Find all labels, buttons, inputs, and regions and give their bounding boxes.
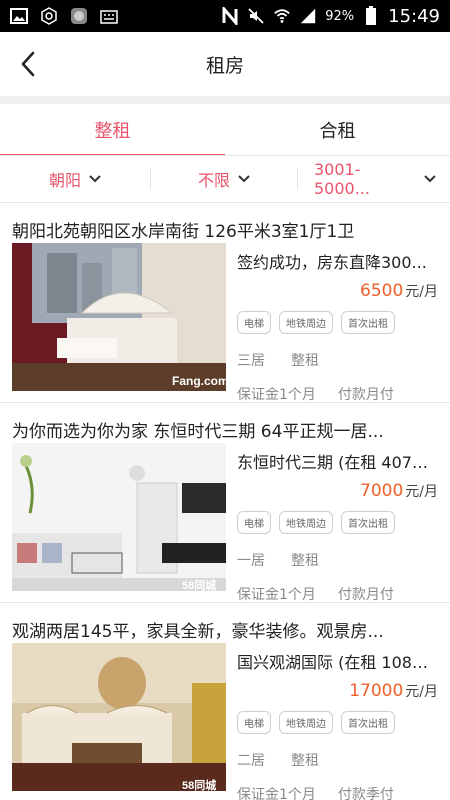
tag: 首次出租 — [341, 511, 395, 534]
price-row: 7000 元/月 — [237, 481, 442, 501]
listing-list: 朝阳北苑朝阳区水岸南街 126平米3室1厅1卫 Fang.com 签约成功，房东… — [0, 203, 450, 800]
image-icon — [10, 7, 28, 25]
tag: 电梯 — [237, 711, 271, 734]
payment-info: 保证金1个月 付款季付 — [237, 784, 442, 800]
filter-price-range[interactable]: 3001-5000... — [298, 156, 450, 202]
page-title: 租房 — [205, 54, 244, 77]
tag-list: 电梯 地铁周边 首次出租 — [237, 711, 442, 734]
tag-list: 电梯 地铁周边 首次出租 — [237, 511, 442, 534]
tag: 电梯 — [237, 311, 271, 334]
room-info: 二居 整租 — [237, 750, 442, 770]
listing-subtitle: 东恒时代三期 (在租 4074... — [237, 453, 432, 472]
app-header: 租房 — [0, 32, 450, 96]
filter-bar: 朝阳 不限 3001-5000... — [0, 156, 450, 202]
tag: 地铁周边 — [279, 511, 333, 534]
chevron-down-icon — [89, 175, 101, 183]
status-bar: 92% 15:49 — [0, 0, 450, 32]
price-row: 17000 元/月 — [237, 681, 442, 701]
deposit: 保证金1个月 — [237, 387, 316, 403]
tag-list: 电梯 地铁周边 首次出租 — [237, 311, 442, 334]
filter-price-range-label: 3001-5000... — [314, 160, 370, 198]
back-button[interactable] — [14, 50, 42, 78]
battery-percent: 92% — [325, 8, 355, 24]
payment: 付款季付 — [337, 787, 394, 800]
tag: 首次出租 — [341, 711, 395, 734]
listing-title: 观湖两居145平，家具全新，豪华装修。观景房... — [12, 622, 384, 642]
tab-bar: 整租 合租 — [0, 104, 450, 156]
payment: 付款月付 — [337, 587, 394, 603]
filter-area[interactable]: 朝阳 — [0, 156, 150, 202]
payment-info: 保证金1个月 付款月付 — [237, 584, 442, 604]
nfc-icon — [221, 7, 239, 25]
divider — [0, 96, 450, 104]
rooms: 三居 — [237, 353, 265, 369]
price-unit: 元/月 — [405, 284, 438, 300]
watermark: Fang.com — [172, 374, 226, 388]
tag: 电梯 — [237, 511, 271, 534]
price-unit: 元/月 — [405, 484, 438, 500]
watermark: 58同城 — [182, 578, 216, 591]
price-value: 17000 — [349, 681, 404, 701]
listing-item[interactable]: 朝阳北苑朝阳区水岸南街 126平米3室1厅1卫 Fang.com 签约成功，房东… — [0, 203, 450, 403]
tag: 首次出租 — [341, 311, 395, 334]
tab-shared-rent[interactable]: 合租 — [225, 104, 450, 156]
rent-type: 整租 — [291, 353, 319, 369]
room-info: 三居 整租 — [237, 350, 442, 370]
wifi-icon — [273, 7, 291, 25]
listing-item[interactable]: 为你而选为你为家 东恒时代三期 64平正规一居... 58同城 东恒时代三期 (… — [0, 403, 450, 603]
tag: 地铁周边 — [279, 311, 333, 334]
filter-price-type[interactable]: 不限 — [150, 168, 298, 190]
price-value: 6500 — [360, 281, 404, 301]
avatar-icon — [70, 7, 88, 25]
chevron-down-icon — [424, 175, 436, 183]
circle-icon — [40, 7, 58, 25]
back-arrow-icon — [21, 51, 35, 77]
rooms: 一居 — [237, 553, 265, 569]
price-value: 7000 — [360, 481, 404, 501]
watermark: 58同城 — [182, 778, 216, 791]
listing-subtitle: 签约成功，房东直降300... — [237, 253, 427, 272]
listing-item[interactable]: 观湖两居145平，家具全新，豪华装修。观景房... 58同城 国兴观湖国际 (在… — [0, 603, 450, 800]
rooms: 二居 — [237, 753, 265, 769]
price-unit: 元/月 — [405, 684, 438, 700]
listing-title: 朝阳北苑朝阳区水岸南街 126平米3室1厅1卫 — [12, 222, 355, 242]
signal-icon — [299, 7, 317, 25]
listing-title: 为你而选为你为家 东恒时代三期 64平正规一居... — [12, 422, 384, 442]
filter-price-type-label: 不限 — [197, 171, 230, 190]
chevron-down-icon — [238, 175, 250, 183]
listing-subtitle: 国兴观湖国际 (在租 1089... — [237, 653, 432, 672]
rent-type: 整租 — [291, 553, 319, 569]
tab-whole-rent[interactable]: 整租 — [0, 104, 225, 156]
battery-icon — [362, 6, 380, 25]
price-row: 6500 元/月 — [237, 281, 442, 301]
rent-type: 整租 — [291, 753, 319, 769]
payment-info: 保证金1个月 付款月付 — [237, 384, 442, 404]
payment: 付款月付 — [337, 387, 394, 403]
clock: 15:49 — [388, 5, 440, 27]
tag: 地铁周边 — [279, 711, 333, 734]
room-info: 一居 整租 — [237, 550, 442, 570]
deposit: 保证金1个月 — [237, 587, 316, 603]
listing-photo[interactable]: 58同城 — [12, 443, 226, 591]
deposit: 保证金1个月 — [237, 787, 316, 800]
mute-icon — [247, 7, 265, 25]
filter-area-label: 朝阳 — [48, 171, 81, 190]
keyboard-icon — [100, 7, 118, 25]
listing-photo[interactable]: Fang.com — [12, 243, 226, 391]
listing-photo[interactable]: 58同城 — [12, 643, 226, 791]
